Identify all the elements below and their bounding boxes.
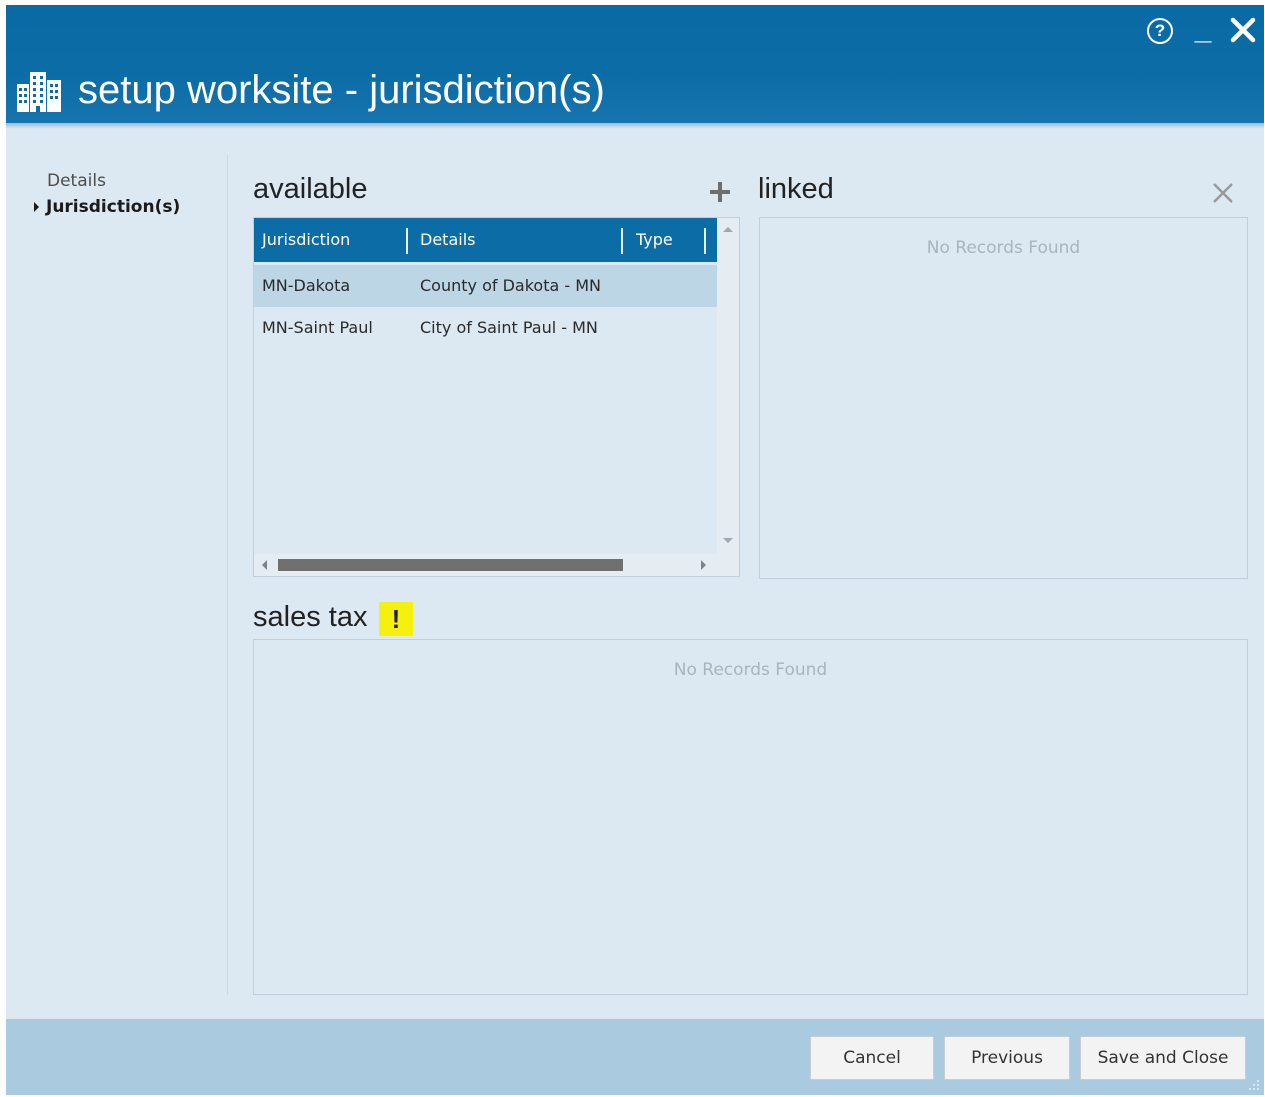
- scroll-left-icon[interactable]: [262, 560, 267, 570]
- cell-jurisdiction: MN-Dakota: [262, 276, 351, 295]
- footer-bar: [6, 1019, 1264, 1095]
- previous-button[interactable]: Previous: [944, 1036, 1070, 1080]
- vertical-scrollbar[interactable]: [717, 218, 739, 554]
- active-arrow-icon: [34, 202, 39, 212]
- sales-tax-empty-message: No Records Found: [673, 660, 828, 680]
- scroll-down-icon[interactable]: [723, 538, 733, 543]
- column-divider[interactable]: [704, 228, 706, 254]
- scroll-up-icon[interactable]: [723, 227, 733, 232]
- scroll-right-icon[interactable]: [701, 560, 706, 570]
- minimize-icon[interactable]: _: [1190, 13, 1216, 47]
- sidebar-item-jurisdictions[interactable]: Jurisdiction(s): [46, 197, 180, 217]
- column-header-details[interactable]: Details: [420, 218, 475, 262]
- linked-title: linked: [758, 173, 834, 205]
- grid-header: Jurisdiction Details Type: [254, 218, 717, 262]
- sales-tax-title: sales tax: [253, 601, 368, 633]
- title-bar: setup worksite - jurisdiction(s) ? _: [6, 5, 1264, 123]
- cell-details: City of Saint Paul - MN: [420, 318, 598, 337]
- save-and-close-button[interactable]: Save and Close: [1080, 1036, 1246, 1080]
- available-title: available: [253, 173, 368, 205]
- dialog-window: setup worksite - jurisdiction(s) ? _ Det…: [6, 5, 1264, 1095]
- sidebar-item-details[interactable]: Details: [47, 171, 106, 191]
- table-row[interactable]: MN-Saint Paul City of Saint Paul - MN: [254, 307, 717, 349]
- window-title: setup worksite - jurisdiction(s): [78, 68, 605, 112]
- available-grid: Jurisdiction Details Type MN-Dakota Coun…: [253, 217, 740, 577]
- sidebar-divider: [227, 155, 228, 995]
- cell-details: County of Dakota - MN: [420, 276, 601, 295]
- column-divider[interactable]: [406, 228, 408, 254]
- column-header-type[interactable]: Type: [636, 218, 673, 262]
- table-row[interactable]: MN-Dakota County of Dakota - MN: [254, 265, 717, 307]
- buildings-icon: [17, 72, 61, 112]
- help-icon[interactable]: ?: [1147, 18, 1173, 44]
- x-icon[interactable]: [1212, 182, 1234, 204]
- title-bar-shadow: [6, 123, 1264, 129]
- warning-badge: !: [379, 602, 413, 636]
- scrollbar-corner: [717, 554, 739, 576]
- linked-empty-message: No Records Found: [926, 238, 1081, 258]
- cancel-button[interactable]: Cancel: [810, 1036, 934, 1080]
- linked-list: No Records Found: [759, 217, 1248, 579]
- horizontal-scroll-thumb[interactable]: [278, 559, 623, 571]
- resize-grip-icon[interactable]: [1246, 1077, 1260, 1091]
- cell-jurisdiction: MN-Saint Paul: [262, 318, 373, 337]
- column-divider[interactable]: [621, 228, 623, 254]
- sales-tax-list: No Records Found: [253, 639, 1248, 995]
- plus-icon[interactable]: [708, 180, 732, 204]
- horizontal-scrollbar[interactable]: [254, 554, 717, 576]
- close-icon[interactable]: [1228, 15, 1258, 45]
- column-header-jurisdiction[interactable]: Jurisdiction: [262, 218, 350, 262]
